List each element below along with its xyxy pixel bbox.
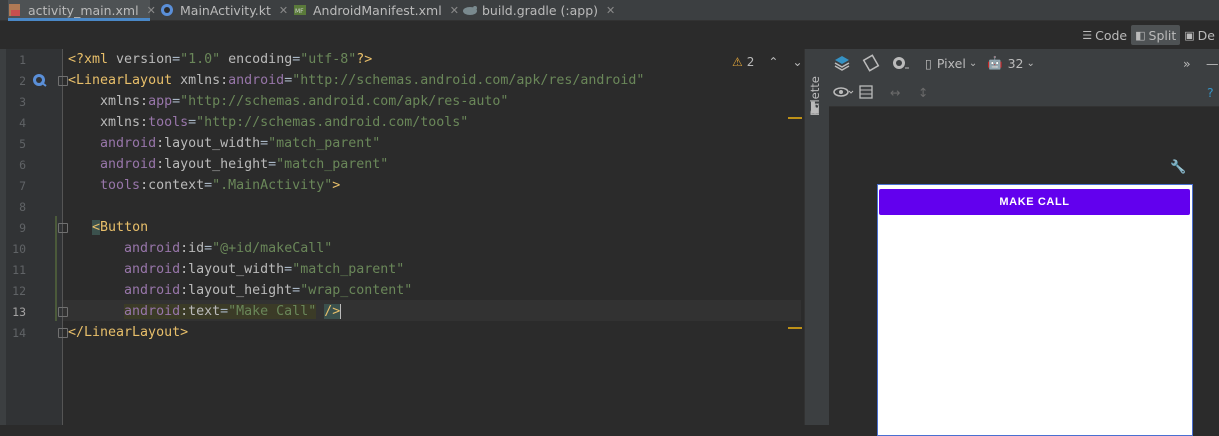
orientation-icon[interactable] xyxy=(862,53,880,73)
line-number: 8 xyxy=(19,200,26,214)
tab-activity-main-xml[interactable]: activity_main.xml ✕ xyxy=(8,0,156,21)
line-number: 10 xyxy=(12,242,26,256)
code-line: android:layout_width="match_parent" xyxy=(100,136,381,151)
code-view-button[interactable]: ☰ Code xyxy=(1078,25,1131,45)
split-label: Split xyxy=(1148,27,1177,43)
device-label: Pixel xyxy=(936,55,966,71)
horizontal-resize-icon[interactable]: ↔ xyxy=(890,82,900,102)
tab-label: build.gradle (:app) xyxy=(482,2,599,18)
line-number: 2 xyxy=(19,74,26,88)
android-icon: 🤖 xyxy=(987,55,1003,70)
line-number: 9 xyxy=(19,221,26,235)
line-number: 5 xyxy=(19,137,26,151)
close-icon[interactable]: ✕ xyxy=(279,4,288,17)
tab-mainactivity-kt[interactable]: MainActivity.kt ✕ xyxy=(160,0,288,20)
line-number: 7 xyxy=(19,179,26,193)
code-line: xmlns:app="http://schemas.android.com/ap… xyxy=(100,94,509,109)
design-view-button[interactable]: ▣ De xyxy=(1180,25,1219,45)
line-number: 11 xyxy=(12,263,26,277)
layers-icon[interactable] xyxy=(833,53,851,73)
api-label: 32 xyxy=(1007,55,1024,71)
activity-gutter-icon[interactable] xyxy=(31,72,47,92)
code-line: xmlns:tools="http://schemas.android.com/… xyxy=(100,115,469,130)
code-line: <?xml version="1.0" encoding="utf-8"?> xyxy=(68,52,373,67)
close-icon[interactable]: ✕ xyxy=(147,4,156,17)
gutter-divider xyxy=(62,49,63,425)
make-call-button-preview[interactable]: MAKE CALL xyxy=(879,189,1190,215)
code-line: android:layout_height="match_parent" xyxy=(100,157,389,172)
code-line: </LinearLayout> xyxy=(68,325,189,340)
tab-build-gradle[interactable]: build.gradle (:app) ✕ xyxy=(462,0,615,20)
code-line: android:id="@+id/makeCall" xyxy=(124,241,333,256)
help-icon[interactable]: ? xyxy=(1207,82,1214,102)
inspection-widget[interactable]: ⚠ 2 ⌃ ⌄ xyxy=(732,55,803,69)
design-view-icon: ▣ xyxy=(1184,28,1195,42)
kotlin-file-icon xyxy=(160,3,174,17)
manifest-icon: MF xyxy=(293,3,307,17)
palette-icon: ▙ xyxy=(811,103,819,114)
fold-icon[interactable] xyxy=(58,76,68,86)
split-view-button[interactable]: ◧ Split xyxy=(1131,25,1181,45)
chevron-down-icon: ⌄ xyxy=(968,57,978,69)
svg-text:MF: MF xyxy=(295,8,304,15)
code-line: <LinearLayout xmlns:android="http://sche… xyxy=(68,73,645,88)
view-mode-toggles: ☰ Code ◧ Split ▣ De xyxy=(1078,25,1219,45)
tab-androidmanifest-xml[interactable]: MF AndroidManifest.xml ✕ xyxy=(293,0,459,20)
scope-indicator xyxy=(55,216,57,321)
warning-marker[interactable] xyxy=(788,117,802,119)
warning-marker[interactable] xyxy=(788,327,802,329)
tab-label: MainActivity.kt xyxy=(180,2,271,18)
warning-count: 2 xyxy=(746,55,755,69)
code-view-icon: ☰ xyxy=(1082,28,1093,42)
code-line: <Button xyxy=(92,220,149,235)
close-icon[interactable]: ✕ xyxy=(606,4,615,17)
split-view-icon: ◧ xyxy=(1135,28,1146,42)
code-line: android:text="Make Call" /> xyxy=(124,304,342,319)
code-line: tools:context=".MainActivity"> xyxy=(100,178,341,193)
gradle-icon xyxy=(462,3,477,17)
line-number: 14 xyxy=(12,326,26,340)
fold-icon[interactable] xyxy=(58,223,68,233)
fold-icon[interactable] xyxy=(58,328,68,338)
line-number: 3 xyxy=(19,95,26,109)
line-number: 12 xyxy=(12,284,26,298)
design-secondary-toolbar: ↔ ↕ ? xyxy=(829,78,1219,107)
code-line: android:layout_width="match_parent" xyxy=(124,262,405,277)
editor-tab-bar: activity_main.xml ✕ MainActivity.kt ✕ MF… xyxy=(0,0,1219,21)
tab-label: activity_main.xml xyxy=(28,2,139,18)
theme-icon[interactable] xyxy=(891,53,911,73)
xml-layout-icon xyxy=(8,3,22,17)
phone-icon: ▯ xyxy=(925,55,932,71)
design-toolbar: ▯ Pixel ⌄ 🤖 32 ⌄ » — xyxy=(829,49,1219,78)
close-icon[interactable]: ✕ xyxy=(450,4,459,17)
code-line: android:layout_height="wrap_content" xyxy=(124,283,413,298)
api-level-selector[interactable]: 🤖 32 ⌄ xyxy=(987,53,1035,73)
fold-icon[interactable] xyxy=(58,307,68,317)
line-number: 1 xyxy=(19,53,26,67)
vertical-resize-icon[interactable]: ↕ xyxy=(918,82,928,102)
line-number: 4 xyxy=(19,116,26,130)
tab-label: AndroidManifest.xml xyxy=(313,2,442,18)
more-options-icon[interactable]: » xyxy=(1183,53,1191,73)
device-preview[interactable] xyxy=(877,184,1193,436)
blueprint-toggle-icon[interactable] xyxy=(858,82,874,102)
button-text: MAKE CALL xyxy=(999,196,1070,208)
wrench-icon[interactable]: 🔧 xyxy=(1170,160,1186,175)
chevron-down-icon: ⌄ xyxy=(1026,57,1035,69)
code-label: Code xyxy=(1095,27,1128,43)
chevron-down-icon[interactable]: ⌄ xyxy=(792,55,802,69)
design-label: De xyxy=(1197,27,1215,43)
device-selector[interactable]: ▯ Pixel ⌄ xyxy=(925,53,977,73)
line-number: 13 xyxy=(12,305,26,319)
view-options-icon[interactable] xyxy=(833,82,855,102)
warning-icon: ⚠ xyxy=(732,55,743,69)
chevron-up-icon[interactable]: ⌃ xyxy=(768,55,778,69)
line-number: 6 xyxy=(19,158,26,172)
minimize-icon[interactable]: — xyxy=(1206,53,1219,73)
